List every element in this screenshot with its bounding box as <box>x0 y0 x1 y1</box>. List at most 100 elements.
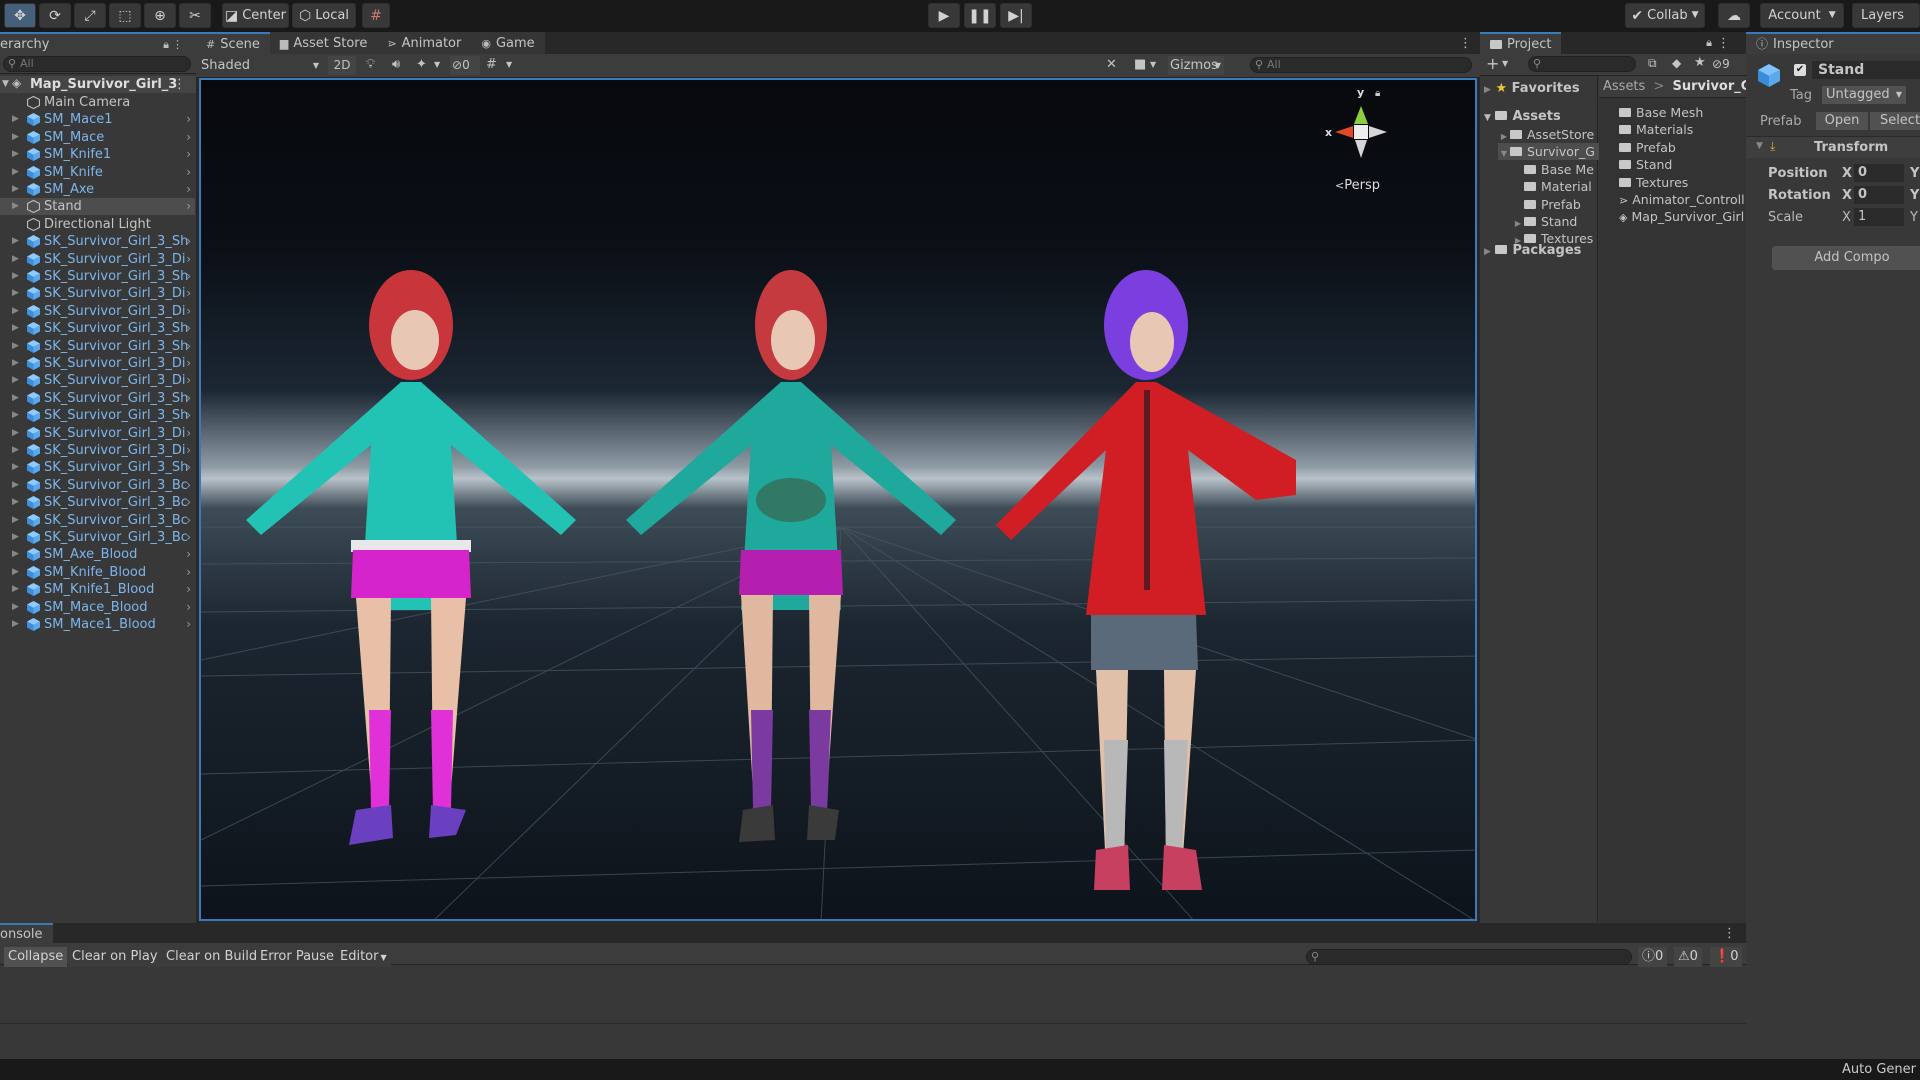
packages-row[interactable]: ▶ Packages <box>1484 242 1581 259</box>
favorites-row[interactable]: ▶ ★ Favorites <box>1484 80 1580 97</box>
chevron-right-icon[interactable]: › <box>186 320 191 337</box>
pause-button[interactable]: ❚❚ <box>964 3 996 28</box>
folder-tree-item[interactable]: Material <box>1512 178 1592 195</box>
console-search-input[interactable] <box>1306 949 1632 965</box>
warning-count-toggle[interactable]: ⚠0 <box>1674 947 1702 967</box>
add-icon[interactable]: + <box>1486 56 1499 72</box>
expand-arrow-icon[interactable]: ▶ <box>12 372 19 389</box>
dropdown-arrow-icon[interactable]: ▼ <box>434 61 440 69</box>
expand-arrow-icon[interactable]: ▶ <box>12 181 19 198</box>
chevron-right-icon[interactable]: › <box>186 459 191 476</box>
expand-arrow-icon[interactable]: ▶ <box>12 164 19 181</box>
2d-toggle[interactable]: 2D <box>328 56 356 75</box>
project-file-item[interactable]: Base Mesh <box>1619 104 1703 121</box>
expand-arrow-icon[interactable]: ▶ <box>12 442 19 459</box>
scene-menu-icon[interactable]: ⋮ <box>173 78 186 91</box>
error-pause-button[interactable]: Error Pause <box>256 947 339 967</box>
hidden-objects-toggle[interactable]: ⊘0 <box>450 56 480 75</box>
cloud-button[interactable]: ☁ <box>1718 3 1750 28</box>
tools-icon[interactable]: ✕ <box>1106 58 1117 71</box>
expand-arrow-icon[interactable]: ▶ <box>12 338 19 355</box>
chevron-right-icon[interactable]: › <box>186 494 191 511</box>
hierarchy-item[interactable]: ▶ SK_Survivor_Girl_3_Sh › <box>0 407 195 424</box>
chevron-right-icon[interactable]: › <box>186 425 191 442</box>
chevron-right-icon[interactable]: › <box>186 581 191 598</box>
chevron-right-icon[interactable]: › <box>186 546 191 563</box>
expand-arrow-icon[interactable]: ▶ <box>12 564 19 581</box>
rotation-x-field[interactable]: 0 <box>1854 186 1904 204</box>
expand-arrow-icon[interactable]: ▶ <box>12 599 19 616</box>
chevron-right-icon[interactable]: › <box>186 338 191 355</box>
folder-tree-item[interactable]: Prefab <box>1512 196 1581 213</box>
menu-icon[interactable]: ⋮ <box>1459 37 1472 50</box>
chevron-right-icon[interactable]: › <box>186 616 191 633</box>
layers-dropdown[interactable]: Layers <box>1852 3 1920 28</box>
chevron-right-icon[interactable]: › <box>186 268 191 285</box>
project-file-item[interactable]: Prefab <box>1619 139 1676 156</box>
hierarchy-item[interactable]: ▶ SM_Knife1 › <box>0 146 195 163</box>
expand-arrow-icon[interactable]: ▶ <box>12 285 19 302</box>
favorite-star-icon[interactable]: ★ <box>1694 56 1706 69</box>
lighting-icon[interactable]: 💡︎ <box>366 58 375 71</box>
rect-tool-button[interactable]: ⬚ <box>109 3 141 28</box>
expand-arrow-icon[interactable]: ▶ <box>12 529 19 546</box>
dropdown-arrow-icon[interactable]: ▼ <box>1150 61 1156 69</box>
expand-arrow-icon[interactable]: ▶ <box>12 111 19 128</box>
hierarchy-item[interactable]: ▶ SK_Survivor_Girl_3_Sh › <box>0 320 195 337</box>
expand-arrow-icon[interactable]: ▶ <box>12 303 19 320</box>
account-dropdown[interactable]: Account ▼ <box>1760 3 1844 28</box>
clear-on-build-button[interactable]: Clear on Build <box>162 947 262 967</box>
expand-arrow-icon[interactable]: ▶ <box>12 459 19 476</box>
project-file-item[interactable]: ⋗ Animator_Controll <box>1619 191 1745 208</box>
info-count-toggle[interactable]: ⓘ0 <box>1638 947 1668 967</box>
move-tool-button[interactable]: ✥ <box>4 3 36 28</box>
breadcrumb-assets[interactable]: Assets <box>1603 79 1645 94</box>
scene-search-input[interactable]: All <box>1250 57 1472 73</box>
folder-tree-item[interactable]: ▶ Stand <box>1512 213 1577 230</box>
project-file-item[interactable]: Stand <box>1619 156 1672 173</box>
play-button[interactable]: ▶ <box>928 3 960 28</box>
expand-arrow-icon[interactable]: ▶ <box>12 512 19 529</box>
chevron-right-icon[interactable]: › <box>186 372 191 389</box>
hierarchy-item[interactable]: ▶ SM_Knife › <box>0 164 195 181</box>
chevron-right-icon[interactable]: › <box>186 355 191 372</box>
chevron-right-icon[interactable]: › <box>186 111 191 128</box>
expand-arrow-icon[interactable]: ▶ <box>12 129 19 146</box>
chevron-right-icon[interactable]: › <box>186 564 191 581</box>
hierarchy-item[interactable]: ▶ SM_Axe_Blood › <box>0 546 195 563</box>
folder-tree-item[interactable]: Base Me <box>1512 161 1594 178</box>
prefab-select-button[interactable]: Select <box>1870 112 1920 130</box>
tab-game[interactable]: ◉ Game <box>471 32 545 54</box>
expand-arrow-icon[interactable]: ▶ <box>12 146 19 163</box>
snap-button[interactable]: # <box>362 3 390 28</box>
expand-arrow-icon[interactable]: ▶ <box>12 616 19 633</box>
chevron-right-icon[interactable]: › <box>186 303 191 320</box>
lock-icon[interactable]: 🔒︎ <box>1375 88 1380 99</box>
label-icon[interactable]: ◆ <box>1672 57 1681 69</box>
hierarchy-item[interactable]: ▶ SK_Survivor_Girl_3_Di › <box>0 442 195 459</box>
chevron-right-icon[interactable]: › <box>186 164 191 181</box>
menu-icon[interactable]: ⋮ <box>1717 37 1730 50</box>
scene-root-row[interactable]: ▼ ◈ Map_Survivor_Girl_3 ⋮ <box>0 76 196 93</box>
editor-dropdown[interactable]: Editor ▼ <box>336 947 391 967</box>
pivot-center-button[interactable]: ◪ Center <box>222 3 289 28</box>
expand-arrow-icon[interactable]: ▶ <box>12 407 19 424</box>
shading-mode-dropdown[interactable]: Shaded ▼ <box>199 56 323 75</box>
hierarchy-item[interactable]: ▶ SK_Survivor_Girl_3_Bc › <box>0 477 195 494</box>
chevron-right-icon[interactable]: › <box>186 390 191 407</box>
object-name-field[interactable]: Stand <box>1812 61 1920 79</box>
project-file-item[interactable]: ◈ Map_Survivor_Girl <box>1619 208 1744 225</box>
active-checkbox[interactable]: ✔ <box>1794 64 1806 76</box>
assets-row[interactable]: ▼ Assets <box>1484 108 1561 125</box>
hierarchy-item[interactable]: ▶ SK_Survivor_Girl_3_Sh › <box>0 390 195 407</box>
project-search-input[interactable] <box>1528 56 1636 72</box>
hierarchy-search-input[interactable]: All <box>3 56 191 72</box>
hidden-packages-toggle[interactable]: ⊘9 <box>1712 57 1730 71</box>
breadcrumb-current[interactable]: Survivor_Girl <box>1673 79 1747 94</box>
hierarchy-item[interactable]: ▶ SK_Survivor_Girl_3_Di › <box>0 303 195 320</box>
expand-arrow-icon[interactable]: ▶ <box>12 477 19 494</box>
gizmos-dropdown[interactable]: Gizmos ▼ <box>1168 56 1224 75</box>
filter-type-icon[interactable]: ⧉ <box>1648 57 1657 69</box>
audio-icon[interactable]: 🔊︎ <box>392 58 400 71</box>
hierarchy-item[interactable]: ▶ SK_Survivor_Girl_3_Bc › <box>0 529 195 546</box>
